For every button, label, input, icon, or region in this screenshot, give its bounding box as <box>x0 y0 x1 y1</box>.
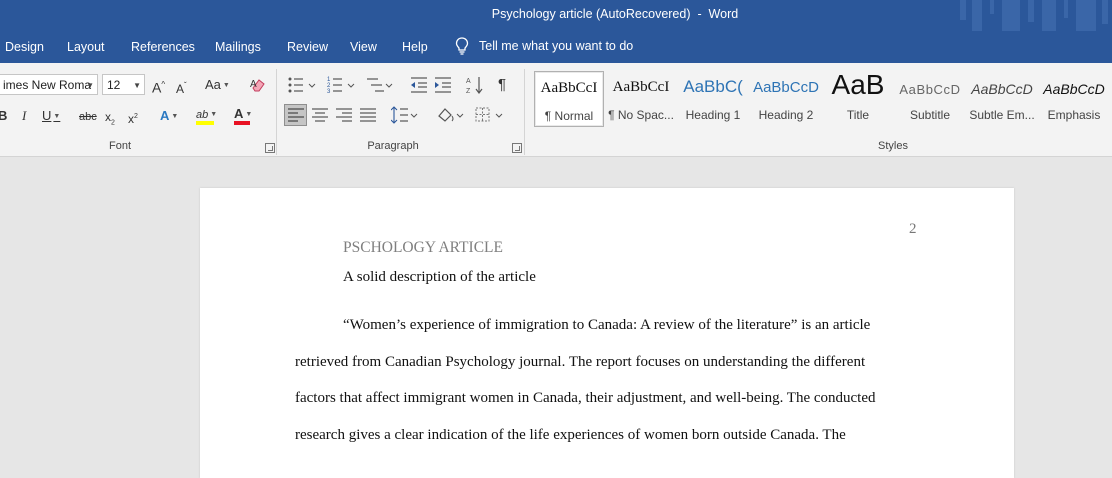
style-preview: AaBbCcI <box>540 80 598 96</box>
chevron-down-icon: ▼ <box>222 81 230 89</box>
font-name-combo[interactable]: imes New Roma ▼ <box>0 74 98 95</box>
align-right-button[interactable] <box>336 108 352 122</box>
shrink-font-button[interactable]: Aˇ <box>176 77 187 98</box>
svg-text:Z: Z <box>466 88 471 95</box>
style-name: ¶ Normal <box>544 109 594 123</box>
change-case-label: Aa <box>205 77 221 92</box>
chevron-down-icon: ▼ <box>171 112 179 120</box>
chevron-down-icon: ▼ <box>210 110 218 118</box>
tell-me-box[interactable]: Tell me what you want to do <box>455 37 633 55</box>
style-name: Subtitle <box>909 108 951 122</box>
style-name: Title <box>846 108 870 122</box>
tab-view[interactable]: View <box>350 40 377 54</box>
style-preview: AaB <box>831 69 885 100</box>
justify-button[interactable] <box>360 108 376 122</box>
sort-button[interactable]: A Z <box>466 75 484 95</box>
tab-design[interactable]: Design <box>5 40 44 54</box>
running-head: PSCHOLOGY ARTICLE <box>343 239 503 256</box>
chevron-down-icon: ▼ <box>133 81 141 90</box>
style-name: Emphasis <box>1047 108 1101 122</box>
font-size-value: 12 <box>107 78 121 92</box>
style-preview: AaBbCcI <box>612 79 670 95</box>
document-page[interactable]: 2 PSCHOLOGY ARTICLE A solid description … <box>200 188 1014 478</box>
style-subtle-emphasis[interactable]: AaBbCcD Subtle Em... <box>967 71 1037 127</box>
title-bar: Psychology article (AutoRecovered) - Wor… <box>0 0 1112 31</box>
paragraph-line: “Women’s experience of immigration to Ca… <box>343 317 871 333</box>
style-title[interactable]: AaB Title <box>823 69 893 127</box>
title-bar-pattern <box>960 0 1108 31</box>
style-preview: AaBbCcD <box>1043 81 1105 97</box>
multilevel-list-button[interactable] <box>365 76 395 94</box>
decrease-indent-button[interactable] <box>410 76 428 94</box>
show-formatting-button[interactable]: ¶ <box>498 76 506 94</box>
style-emphasis[interactable]: AaBbCcD Emphasis <box>1039 71 1109 127</box>
text-effects-button[interactable]: A ▼ <box>160 107 178 126</box>
style-preview: AaBbCcD <box>753 79 819 96</box>
tab-mailings[interactable]: Mailings <box>215 40 261 54</box>
lightbulb-icon <box>455 37 469 55</box>
style-name: Heading 1 <box>685 108 741 122</box>
style-preview: AaBbCcD <box>971 81 1033 97</box>
style-normal[interactable]: AaBbCcI ¶ Normal <box>534 71 604 127</box>
section-heading: A solid description of the article <box>343 269 536 285</box>
increase-indent-button[interactable] <box>434 76 452 94</box>
svg-text:3: 3 <box>327 89 331 94</box>
clear-formatting-icon[interactable]: A <box>249 76 267 94</box>
style-preview: AaBbCcD <box>899 82 961 97</box>
paragraph-line: retrieved from Canadian Psychology journ… <box>295 354 866 370</box>
tab-review[interactable]: Review <box>287 40 328 54</box>
tab-layout[interactable]: Layout <box>67 40 105 54</box>
style-heading-1[interactable]: AaBbC( Heading 1 <box>678 71 748 127</box>
paragraph-dialog-launcher[interactable] <box>512 143 522 153</box>
style-subtitle[interactable]: AaBbCcD Subtitle <box>895 71 965 127</box>
borders-button[interactable] <box>475 106 505 124</box>
font-name-value: imes New Roma <box>3 78 92 92</box>
strikethrough-button[interactable]: abc <box>79 108 97 126</box>
grow-font-button[interactable]: A^ <box>152 76 165 97</box>
paragraph-line: research gives a clear indication of the… <box>295 427 846 443</box>
superscript-button[interactable]: x2 <box>128 108 138 128</box>
align-center-button[interactable] <box>312 108 328 122</box>
style-no-spacing[interactable]: AaBbCcI ¶ No Spac... <box>606 71 676 127</box>
style-preview: AaBbC( <box>683 77 743 96</box>
paragraph-line: factors that affect immigrant women in C… <box>295 390 876 406</box>
paragraph-group-label: Paragraph <box>367 140 419 152</box>
tab-references[interactable]: References <box>131 40 195 54</box>
underline-button[interactable]: U ▼ <box>42 107 60 126</box>
line-spacing-button[interactable] <box>391 106 419 124</box>
page-number: 2 <box>909 221 917 237</box>
tell-me-placeholder: Tell me what you want to do <box>479 39 634 53</box>
chevron-down-icon: ▼ <box>53 112 61 120</box>
font-color-swatch <box>234 121 250 125</box>
group-separator <box>524 69 525 155</box>
bold-button[interactable]: B <box>0 107 7 125</box>
style-name: Heading 2 <box>758 108 814 122</box>
style-name: ¶ No Spac... <box>608 108 674 122</box>
svg-text:A: A <box>466 78 471 85</box>
ribbon-tabs: Design Layout References Mailings Review… <box>0 31 1112 63</box>
ribbon-home: imes New Roma ▼ 12 ▼ A^ Aˇ Aa ▼ A B I U ▼ … <box>0 63 1112 157</box>
svg-text:A: A <box>250 79 257 90</box>
tab-help[interactable]: Help <box>402 40 428 54</box>
shading-button[interactable] <box>436 106 466 124</box>
change-case-button[interactable]: Aa ▼ <box>205 76 230 95</box>
bullets-button[interactable] <box>288 76 318 94</box>
style-name: Subtle Em... <box>969 108 1035 122</box>
chevron-down-icon: ▼ <box>86 81 94 90</box>
font-size-combo[interactable]: 12 ▼ <box>102 74 145 95</box>
styles-group-label: Styles <box>878 140 908 152</box>
chevron-down-icon: ▼ <box>245 110 253 118</box>
window-title: Psychology article (AutoRecovered) - Wor… <box>491 7 739 21</box>
align-left-button[interactable] <box>288 108 304 122</box>
numbering-button[interactable]: 123 <box>327 76 357 94</box>
subscript-button[interactable]: x2 <box>105 108 115 132</box>
font-group-label: Font <box>108 140 131 152</box>
font-dialog-launcher[interactable] <box>265 143 275 153</box>
italic-button[interactable]: I <box>22 107 26 125</box>
group-separator <box>276 69 277 155</box>
highlight-color-swatch <box>196 121 214 125</box>
style-heading-2[interactable]: AaBbCcD Heading 2 <box>751 71 821 127</box>
